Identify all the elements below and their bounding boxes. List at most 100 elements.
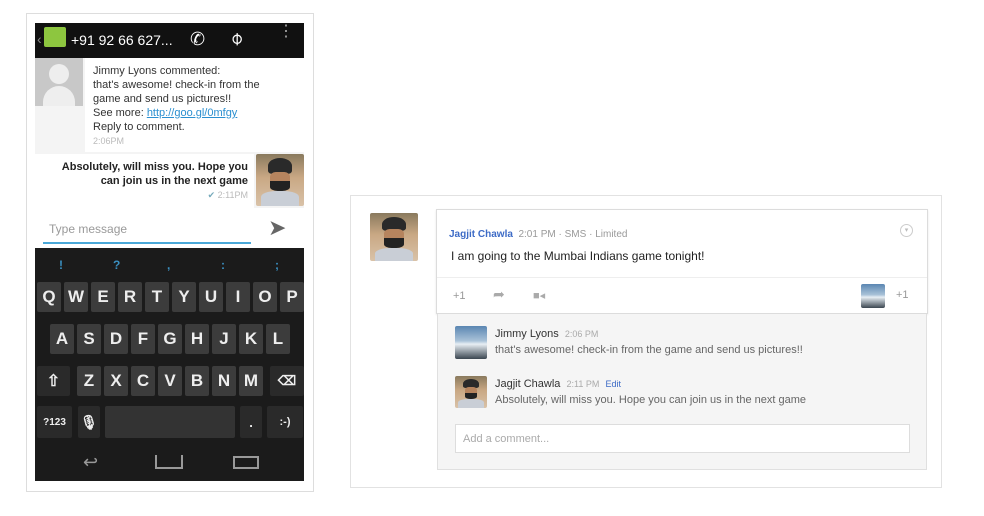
comment-author[interactable]: Jimmy Lyons xyxy=(495,328,559,340)
back-chevron-icon[interactable]: ‹ xyxy=(37,31,42,47)
suggestion-4[interactable]: ; xyxy=(275,258,279,272)
recent-apps-nav-icon[interactable] xyxy=(233,456,259,469)
key-d[interactable]: D xyxy=(104,324,128,354)
contact-number: +91 92 66 627... xyxy=(71,32,173,48)
key-t[interactable]: T xyxy=(145,282,169,312)
plus-one-button[interactable]: +1 xyxy=(453,290,466,302)
author-avatar xyxy=(370,213,418,261)
plus-one-count[interactable]: +1 xyxy=(896,289,909,301)
key-e[interactable]: E xyxy=(91,282,115,312)
space-key[interactable] xyxy=(105,406,235,438)
key-b[interactable]: B xyxy=(185,366,209,396)
message-time: 2:06PM xyxy=(93,136,125,146)
key-g[interactable]: G xyxy=(158,324,182,354)
key-j[interactable]: J xyxy=(212,324,236,354)
default-contact-avatar xyxy=(35,58,83,106)
post-card: Jagjit Chawla 2:01 PM · SMS · Limited ▾ … xyxy=(436,209,928,314)
key-x[interactable]: X xyxy=(104,366,128,396)
commenter-avatar xyxy=(455,326,487,359)
message-thread: Jimmy Lyons commented: that's awesome! c… xyxy=(35,58,304,208)
emoji-key[interactable]: :-) xyxy=(267,406,303,438)
outgoing-message-bubble: Absolutely, will miss you. Hope you can … xyxy=(35,154,254,208)
key-u[interactable]: U xyxy=(199,282,223,312)
google-plus-post-panel: Jagjit Chawla 2:01 PM · SMS · Limited ▾ … xyxy=(350,195,942,488)
key-q[interactable]: Q xyxy=(37,282,61,312)
key-z[interactable]: Z xyxy=(77,366,101,396)
message-line: game and send us pictures!! xyxy=(93,93,232,105)
key-k[interactable]: K xyxy=(239,324,263,354)
period-key[interactable]: . xyxy=(240,406,262,438)
post-meta: Jagjit Chawla 2:01 PM · SMS · Limited xyxy=(449,229,627,240)
post-source: SMS xyxy=(564,229,587,240)
comment-time: 2:06 PM xyxy=(564,329,599,339)
phone-action-bar: ‹ +91 92 66 627... ✆ ⌀ ⋮ xyxy=(35,23,304,58)
comment-author[interactable]: Jagjit Chawla xyxy=(495,378,560,390)
comment-text: Absolutely, will miss you. Hope you can … xyxy=(495,394,807,406)
phone-call-icon[interactable]: ✆ xyxy=(190,29,205,50)
symbols-key[interactable]: ?123 xyxy=(37,406,72,438)
share-icon[interactable]: ➦ xyxy=(493,286,505,303)
key-m[interactable]: M xyxy=(239,366,263,396)
messaging-app-icon[interactable] xyxy=(44,27,66,47)
add-comment-input[interactable]: Add a comment... xyxy=(455,424,910,453)
message-time: 2:11PM xyxy=(217,190,248,200)
key-y[interactable]: Y xyxy=(172,282,196,312)
key-l[interactable]: L xyxy=(266,324,290,354)
add-comment-placeholder: Add a comment... xyxy=(463,433,550,445)
comment-text: that's awesome! check-in from the game a… xyxy=(495,344,803,356)
message-line: can join us in the next game xyxy=(100,175,248,187)
incoming-message-bubble: Jimmy Lyons commented: that's awesome! c… xyxy=(85,58,304,152)
key-f[interactable]: F xyxy=(131,324,155,354)
message-line: Absolutely, will miss you. Hope you xyxy=(61,161,248,173)
suggestion-3[interactable]: : xyxy=(221,258,225,272)
message-placeholder: Type message xyxy=(49,222,128,236)
comments-section: Jimmy Lyons 2:06 PM that's awesome! chec… xyxy=(437,314,927,470)
soft-keyboard: ⇧ ⌫ ?123 🎙 . :-) ↩ !?,:; Q W E R T Y U I O P A S D F G H… xyxy=(35,248,304,481)
suggestion-0[interactable]: ! xyxy=(59,258,63,272)
see-more-label: See more: xyxy=(93,107,147,119)
post-time[interactable]: 2:01 PM xyxy=(518,229,555,240)
backspace-key[interactable]: ⌫ xyxy=(270,366,304,396)
comment-time: 2:11 PM xyxy=(566,379,600,389)
post-text: I am going to the Mumbai Indians game to… xyxy=(451,249,705,263)
commenter-avatar xyxy=(455,376,487,408)
send-icon[interactable]: ➤ xyxy=(268,215,286,241)
reply-to-comment-text: Reply to comment. xyxy=(93,121,185,133)
edit-comment-link[interactable]: Edit xyxy=(606,379,622,389)
comment: Jimmy Lyons 2:06 PM that's awesome! chec… xyxy=(495,328,803,356)
home-nav-icon[interactable] xyxy=(155,455,183,469)
suggestion-2[interactable]: , xyxy=(167,258,170,272)
key-s[interactable]: S xyxy=(77,324,101,354)
comment: Jagjit Chawla 2:11 PM Edit Absolutely, w… xyxy=(495,378,806,406)
sender-avatar xyxy=(256,154,304,206)
microphone-key-icon[interactable]: 🎙 xyxy=(78,406,100,438)
see-more-link[interactable]: http://goo.gl/0mfgy xyxy=(147,107,238,119)
message-input[interactable]: Type message xyxy=(43,218,251,244)
shift-key[interactable]: ⇧ xyxy=(37,366,70,396)
key-v[interactable]: V xyxy=(158,366,182,396)
separator: · xyxy=(589,229,593,240)
key-a[interactable]: A xyxy=(50,324,74,354)
back-nav-icon[interactable]: ↩ xyxy=(83,452,98,473)
delivered-icon: ✔ xyxy=(207,190,216,200)
hangout-video-icon[interactable]: ■◂ xyxy=(533,289,545,302)
key-p[interactable]: P xyxy=(280,282,304,312)
overflow-menu-icon[interactable]: ⋮ xyxy=(278,24,294,40)
key-r[interactable]: R xyxy=(118,282,142,312)
suggestion-1[interactable]: ? xyxy=(113,258,120,272)
message-line: that's awesome! check-in from the xyxy=(93,79,260,91)
key-w[interactable]: W xyxy=(64,282,88,312)
paperclip-attach-icon[interactable]: ⌀ xyxy=(225,27,248,50)
message-line: Jimmy Lyons commented: xyxy=(93,65,221,77)
key-h[interactable]: H xyxy=(185,324,209,354)
key-c[interactable]: C xyxy=(131,366,155,396)
post-author-link[interactable]: Jagjit Chawla xyxy=(449,229,513,240)
key-n[interactable]: N xyxy=(212,366,236,396)
key-o[interactable]: O xyxy=(253,282,277,312)
post-options-chevron-icon[interactable]: ▾ xyxy=(900,224,913,237)
post-visibility[interactable]: Limited xyxy=(595,229,627,240)
divider xyxy=(437,277,927,278)
separator: · xyxy=(558,229,562,240)
plus-one-user-avatar[interactable] xyxy=(861,284,885,308)
key-i[interactable]: I xyxy=(226,282,250,312)
